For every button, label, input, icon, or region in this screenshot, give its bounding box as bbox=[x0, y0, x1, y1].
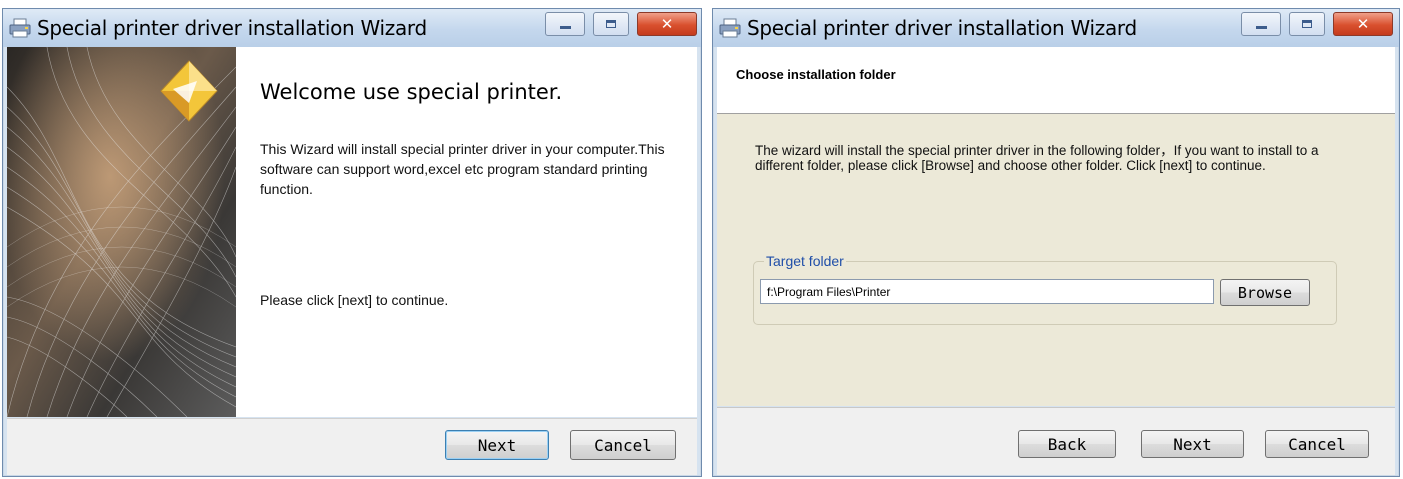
target-folder-group: Target folder Browse bbox=[753, 253, 1337, 325]
close-button[interactable]: ✕ bbox=[1333, 12, 1393, 36]
button-bar: Next Cancel bbox=[7, 418, 697, 475]
step-title: Choose installation folder bbox=[736, 67, 896, 82]
minimize-button[interactable] bbox=[1241, 12, 1281, 36]
back-button[interactable]: Back bbox=[1018, 430, 1116, 458]
title-bar[interactable]: Special printer driver installation Wiza… bbox=[3, 9, 701, 47]
close-icon: ✕ bbox=[1356, 15, 1370, 33]
maximize-icon bbox=[606, 20, 616, 28]
welcome-content: Welcome use special printer. This Wizard… bbox=[236, 47, 697, 417]
folder-wizard-window: Special printer driver installation Wiza… bbox=[712, 8, 1400, 477]
minimize-button[interactable] bbox=[545, 12, 585, 36]
maximize-button[interactable] bbox=[593, 12, 629, 36]
cancel-button[interactable]: Cancel bbox=[1265, 430, 1369, 458]
target-folder-label: Target folder bbox=[764, 253, 846, 269]
wizard-client-area: Welcome use special printer. This Wizard… bbox=[7, 47, 697, 417]
folder-selection-panel: The wizard will install the special prin… bbox=[717, 114, 1395, 406]
close-icon: ✕ bbox=[660, 15, 674, 33]
window-title: Special printer driver installation Wiza… bbox=[747, 16, 1137, 40]
minimize-icon bbox=[1255, 25, 1267, 29]
close-button[interactable]: ✕ bbox=[637, 12, 697, 36]
target-folder-input[interactable] bbox=[760, 279, 1214, 304]
maximize-button[interactable] bbox=[1289, 12, 1325, 36]
wizard-logo-icon bbox=[160, 60, 218, 122]
window-title: Special printer driver installation Wiza… bbox=[37, 16, 427, 40]
folder-description: The wizard will install the special prin… bbox=[755, 143, 1319, 173]
intro-text: This Wizard will install special printer… bbox=[260, 141, 665, 197]
welcome-heading: Welcome use special printer. bbox=[260, 80, 563, 104]
minimize-icon bbox=[559, 25, 571, 29]
title-bar[interactable]: Special printer driver installation Wiza… bbox=[713, 9, 1399, 47]
cancel-button[interactable]: Cancel bbox=[570, 430, 676, 460]
welcome-wizard-window: Special printer driver installation Wiza… bbox=[2, 8, 702, 477]
step-header: Choose installation folder bbox=[717, 47, 1395, 114]
printer-icon bbox=[719, 18, 741, 38]
next-button[interactable]: Next bbox=[445, 430, 549, 460]
browse-button[interactable]: Browse bbox=[1220, 279, 1310, 306]
wizard-side-banner bbox=[7, 47, 236, 417]
continue-instruction: Please click [next] to continue. bbox=[260, 292, 449, 308]
next-button[interactable]: Next bbox=[1141, 430, 1244, 458]
button-bar: Back Next Cancel bbox=[717, 407, 1395, 475]
printer-icon bbox=[9, 18, 31, 38]
maximize-icon bbox=[1302, 20, 1312, 28]
